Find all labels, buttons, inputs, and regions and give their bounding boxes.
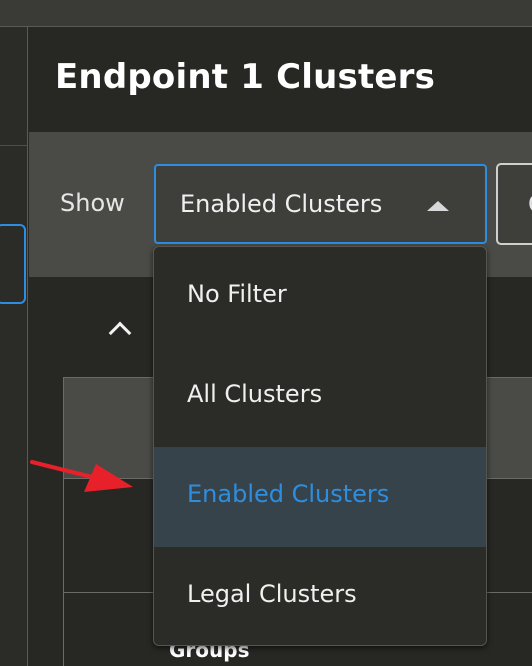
left-sidebar [0,27,28,666]
caret-up-icon [427,201,449,211]
show-label: Show [60,189,125,217]
chevron-up-icon[interactable] [108,321,132,345]
secondary-button-label: C [528,190,532,218]
sidebar-active-item[interactable] [0,224,26,304]
cluster-filter-value: Enabled Clusters [180,190,383,218]
dropdown-option-legal-clusters[interactable]: Legal Clusters [154,547,486,645]
page-title: Endpoint 1 Clusters [55,57,436,97]
dropdown-option-label: No Filter [187,280,287,308]
dropdown-option-no-filter[interactable]: No Filter [154,247,486,347]
dropdown-option-enabled-clusters[interactable]: Enabled Clusters [154,447,486,547]
app-page: Endpoint 1 Clusters Show Enabled Cluster… [0,0,532,666]
page-header: Endpoint 1 Clusters [29,27,532,132]
dropdown-option-label: Legal Clusters [187,580,357,608]
dropdown-option-label: Enabled Clusters [187,480,390,508]
dropdown-option-all-clusters[interactable]: All Clusters [154,347,486,447]
top-bar [0,0,532,27]
dropdown-option-label: All Clusters [187,380,323,408]
cluster-filter-dropdown: No Filter All Clusters Enabled Clusters … [153,246,487,646]
cluster-filter-select[interactable]: Enabled Clusters [154,164,487,244]
secondary-button[interactable]: C [496,163,532,245]
sidebar-divider [0,145,27,146]
